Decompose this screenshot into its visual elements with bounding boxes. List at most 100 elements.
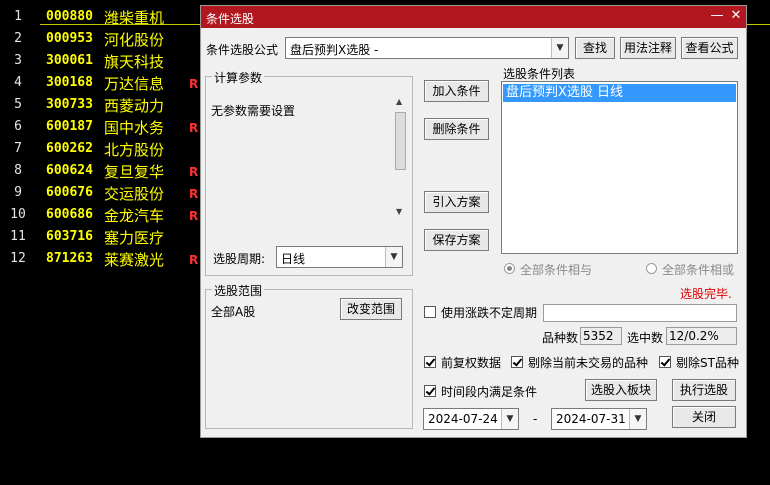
stock-name: 河化股份 xyxy=(104,31,165,49)
chevron-down-icon[interactable]: ▼ xyxy=(385,247,402,267)
exclude-untraded-label: 剔除当前未交易的品种 xyxy=(528,356,649,370)
pre-adjust-label: 前复权数据 xyxy=(441,356,502,370)
condition-list[interactable]: 盘后预判X选股 日线 xyxy=(501,81,738,254)
chevron-down-icon[interactable]: ▼ xyxy=(551,38,568,58)
scroll-thumb[interactable] xyxy=(395,112,406,170)
add-condition-button[interactable]: 加入条件 xyxy=(424,80,489,102)
stock-code: 300061 xyxy=(46,53,93,68)
stock-index: 7 xyxy=(14,141,22,156)
scroll-up-icon[interactable]: ▲ xyxy=(396,97,402,106)
stock-name: 交运股份 xyxy=(104,185,165,203)
scroll-down-icon[interactable]: ▼ xyxy=(396,207,402,216)
params-group-title: 计算参数 xyxy=(212,69,265,86)
minimize-icon[interactable]: — xyxy=(709,8,725,24)
stock-index: 9 xyxy=(14,185,22,200)
stock-name: 塞力医疗 xyxy=(104,229,165,247)
condition-list-item[interactable]: 盘后预判X选股 日线 xyxy=(503,84,736,102)
stock-row[interactable]: 7 600262 北方股份 xyxy=(0,138,200,160)
variable-period-input[interactable] xyxy=(543,304,737,322)
date-to-value: 2024-07-31 xyxy=(556,412,626,426)
chevron-down-icon[interactable]: ▼ xyxy=(629,409,646,429)
close-icon[interactable]: ✕ xyxy=(728,8,744,24)
usage-notes-button[interactable]: 用法注释 xyxy=(620,37,676,59)
stock-name: 潍柴重机 xyxy=(104,9,165,27)
radio-or-label: 全部条件相或 xyxy=(662,263,735,277)
to-block-button[interactable]: 选股入板块 xyxy=(585,379,657,401)
stock-index: 6 xyxy=(14,119,22,134)
stock-index: 10 xyxy=(10,207,26,222)
delete-condition-button[interactable]: 删除条件 xyxy=(424,118,489,140)
radio-and[interactable] xyxy=(504,263,515,274)
range-group: 选股范围 全部A股 改变范围 xyxy=(205,282,413,429)
stock-flag: R xyxy=(189,165,199,179)
chevron-down-icon[interactable]: ▼ xyxy=(501,409,518,429)
import-plan-button[interactable]: 引入方案 xyxy=(424,191,489,213)
stock-row[interactable]: 5 300733 西菱动力 xyxy=(0,94,200,116)
period-value: 日线 xyxy=(281,252,306,266)
stock-index: 2 xyxy=(14,31,22,46)
stock-index: 3 xyxy=(14,53,22,68)
radio-or[interactable] xyxy=(646,263,657,274)
time-condition-checkbox[interactable] xyxy=(424,385,436,397)
stock-row[interactable]: 3 300061 旗天科技 xyxy=(0,50,200,72)
find-button[interactable]: 查找 xyxy=(575,37,615,59)
formula-value: 盘后预判X选股 - xyxy=(290,43,379,57)
date-separator: - xyxy=(533,412,538,426)
stock-row[interactable]: 4 300168 万达信息 R xyxy=(0,72,200,94)
variable-period-checkbox[interactable] xyxy=(424,306,436,318)
stock-row[interactable]: 12 871263 莱赛激光 R xyxy=(0,248,200,270)
formula-select[interactable]: 盘后预判X选股 - ▼ xyxy=(285,37,569,59)
dialog-titlebar[interactable]: 条件选股 — ✕ xyxy=(201,6,746,28)
stock-index: 5 xyxy=(14,97,22,112)
stock-row[interactable]: 1 000880 潍柴重机 xyxy=(0,6,200,28)
selected-value: 12/0.2% xyxy=(669,329,719,343)
stock-flag: R xyxy=(189,209,199,223)
pre-adjust-checkbox[interactable] xyxy=(424,356,436,368)
stock-flag: R xyxy=(189,187,199,201)
execute-button[interactable]: 执行选股 xyxy=(672,379,736,401)
condition-list-title: 选股条件列表 xyxy=(503,67,576,81)
exclude-st-checkbox[interactable] xyxy=(659,356,671,368)
stock-row[interactable]: 9 600676 交运股份 R xyxy=(0,182,200,204)
stock-row[interactable]: 10 600686 金龙汽车 R xyxy=(0,204,200,226)
stock-name: 西菱动力 xyxy=(104,97,165,115)
time-condition-label: 时间段内满足条件 xyxy=(441,385,538,399)
view-formula-button[interactable]: 查看公式 xyxy=(681,37,738,59)
condition-stock-selection-dialog: 条件选股 — ✕ 条件选股公式 盘后预判X选股 - ▼ 查找 用法注释 查看公式… xyxy=(200,5,747,438)
change-range-button[interactable]: 改变范围 xyxy=(340,298,402,320)
stock-code: 600262 xyxy=(46,141,93,156)
params-text: 无参数需要设置 xyxy=(211,104,296,118)
stock-name: 莱赛激光 xyxy=(104,251,165,269)
count-value: 5352 xyxy=(583,329,614,343)
stock-index: 1 xyxy=(14,9,22,24)
stock-code: 600686 xyxy=(46,207,93,222)
stock-name: 万达信息 xyxy=(104,75,165,93)
params-group: 计算参数 无参数需要设置 ▲ ▼ 选股周期: 日线 ▼ xyxy=(205,69,413,276)
range-value: 全部A股 xyxy=(211,305,256,319)
dialog-title: 条件选股 xyxy=(206,12,255,26)
variable-period-label: 使用涨跌不定周期 xyxy=(441,306,538,320)
stock-code: 871263 xyxy=(46,251,93,266)
save-plan-button[interactable]: 保存方案 xyxy=(424,229,489,251)
date-from-select[interactable]: 2024-07-24 ▼ xyxy=(423,408,519,430)
stock-name: 复旦复华 xyxy=(104,163,165,181)
stock-row[interactable]: 6 600187 国中水务 R xyxy=(0,116,200,138)
selected-label: 选中数 xyxy=(627,331,664,345)
stock-index: 4 xyxy=(14,75,22,90)
stock-row[interactable]: 2 000953 河化股份 xyxy=(0,28,200,50)
count-label: 品种数 xyxy=(542,331,579,345)
date-to-select[interactable]: 2024-07-31 ▼ xyxy=(551,408,647,430)
stock-flag: R xyxy=(189,77,199,91)
stock-index: 11 xyxy=(10,229,26,244)
stock-code: 600187 xyxy=(46,119,93,134)
period-select[interactable]: 日线 ▼ xyxy=(276,246,403,268)
stock-row[interactable]: 11 603716 塞力医疗 xyxy=(0,226,200,248)
stock-code: 600676 xyxy=(46,185,93,200)
stock-row[interactable]: 8 600624 复旦复华 R xyxy=(0,160,200,182)
close-button[interactable]: 关闭 xyxy=(672,406,736,428)
exclude-untraded-checkbox[interactable] xyxy=(511,356,523,368)
params-scrollbar[interactable]: ▲ ▼ xyxy=(394,95,408,217)
radio-and-label: 全部条件相与 xyxy=(520,263,593,277)
stock-name: 金龙汽车 xyxy=(104,207,165,225)
formula-label: 条件选股公式 xyxy=(206,43,279,57)
